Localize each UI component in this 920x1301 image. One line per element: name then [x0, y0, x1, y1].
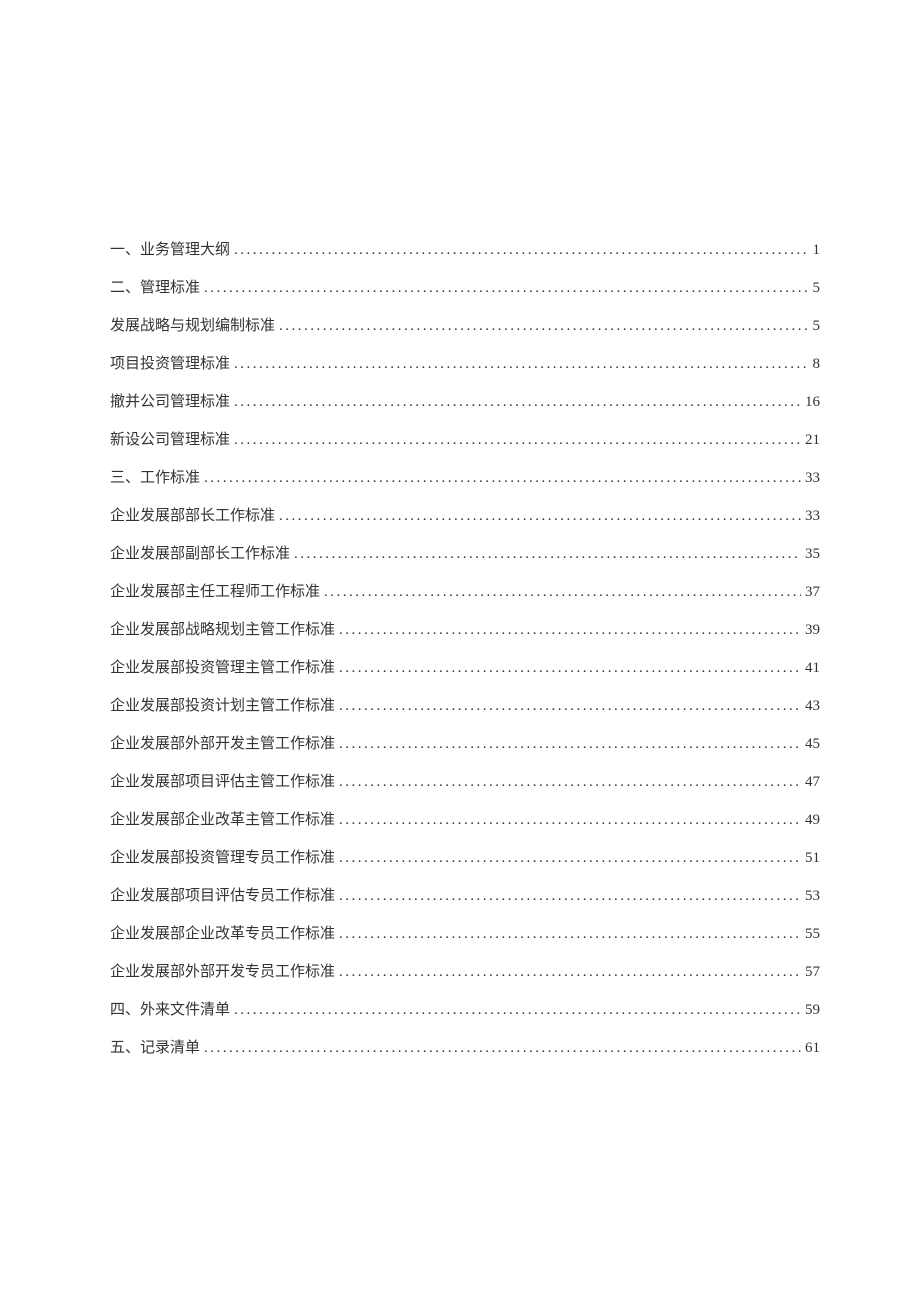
toc-entry-title: 新设公司管理标准	[110, 430, 230, 451]
toc-dots	[204, 468, 801, 489]
toc-entry: 发展战略与规划编制标准 5	[110, 316, 820, 337]
toc-dots	[339, 620, 801, 641]
toc-entry-page: 5	[813, 316, 821, 337]
toc-entry-page: 21	[805, 430, 820, 451]
toc-entry-page: 39	[805, 620, 820, 641]
toc-entry-page: 51	[805, 848, 820, 869]
toc-entry-title: 企业发展部投资管理主管工作标准	[110, 658, 335, 679]
toc-entry: 企业发展部主任工程师工作标准 37	[110, 582, 820, 603]
toc-entry-title: 企业发展部外部开发主管工作标准	[110, 734, 335, 755]
toc-dots	[204, 278, 808, 299]
toc-dots	[234, 392, 801, 413]
toc-entry: 企业发展部外部开发主管工作标准 45	[110, 734, 820, 755]
toc-entry: 三、工作标准 33	[110, 468, 820, 489]
toc-entry-page: 59	[805, 1000, 820, 1021]
toc-entry-title: 二、管理标准	[110, 278, 200, 299]
toc-entry-title: 企业发展部外部开发专员工作标准	[110, 962, 335, 983]
toc-entry: 企业发展部项目评估主管工作标准 47	[110, 772, 820, 793]
toc-dots	[339, 658, 801, 679]
toc-entry-title: 企业发展部战略规划主管工作标准	[110, 620, 335, 641]
toc-entry-title: 一、业务管理大纲	[110, 240, 230, 261]
toc-entry: 项目投资管理标准 8	[110, 354, 820, 375]
toc-entry: 企业发展部战略规划主管工作标准 39	[110, 620, 820, 641]
toc-dots	[339, 924, 801, 945]
toc-entry-title: 四、外来文件清单	[110, 1000, 230, 1021]
toc-dots	[339, 810, 801, 831]
toc-dots	[339, 886, 801, 907]
toc-dots	[339, 962, 801, 983]
toc-entry-page: 49	[805, 810, 820, 831]
toc-entry: 企业发展部投资计划主管工作标准 43	[110, 696, 820, 717]
toc-entry: 企业发展部部长工作标准 33	[110, 506, 820, 527]
toc-entry-title: 企业发展部副部长工作标准	[110, 544, 290, 565]
toc-entry-page: 33	[805, 506, 820, 527]
toc-entry: 企业发展部外部开发专员工作标准 57	[110, 962, 820, 983]
toc-dots	[279, 506, 801, 527]
toc-entry-page: 37	[805, 582, 820, 603]
toc-dots	[339, 734, 801, 755]
toc-entry-page: 35	[805, 544, 820, 565]
toc-entry: 撤并公司管理标准 16	[110, 392, 820, 413]
toc-entry-title: 企业发展部投资管理专员工作标准	[110, 848, 335, 869]
toc-entry-page: 33	[805, 468, 820, 489]
toc-entry: 二、管理标准 5	[110, 278, 820, 299]
toc-entry-title: 企业发展部企业改革专员工作标准	[110, 924, 335, 945]
toc-entry-page: 8	[813, 354, 821, 375]
toc-entry-page: 5	[813, 278, 821, 299]
toc-entry: 企业发展部投资管理主管工作标准 41	[110, 658, 820, 679]
toc-entry: 企业发展部企业改革主管工作标准 49	[110, 810, 820, 831]
toc-entry-page: 45	[805, 734, 820, 755]
toc-entry: 企业发展部企业改革专员工作标准 55	[110, 924, 820, 945]
toc-entry-title: 企业发展部主任工程师工作标准	[110, 582, 320, 603]
table-of-contents: 一、业务管理大纲 1 二、管理标准 5 发展战略与规划编制标准 5 项目投资管理标准 8 撤并公…	[110, 240, 820, 1059]
toc-dots	[279, 316, 808, 337]
toc-entry-page: 43	[805, 696, 820, 717]
toc-entry-title: 企业发展部部长工作标准	[110, 506, 275, 527]
toc-entry: 四、外来文件清单 59	[110, 1000, 820, 1021]
toc-entry-title: 三、工作标准	[110, 468, 200, 489]
toc-dots	[339, 772, 801, 793]
toc-entry-title: 企业发展部项目评估主管工作标准	[110, 772, 335, 793]
toc-dots	[324, 582, 801, 603]
toc-entry: 企业发展部投资管理专员工作标准 51	[110, 848, 820, 869]
toc-dots	[294, 544, 801, 565]
toc-entry-page: 41	[805, 658, 820, 679]
toc-entry-title: 项目投资管理标准	[110, 354, 230, 375]
toc-entry-title: 发展战略与规划编制标准	[110, 316, 275, 337]
toc-entry-title: 企业发展部项目评估专员工作标准	[110, 886, 335, 907]
toc-entry-title: 企业发展部企业改革主管工作标准	[110, 810, 335, 831]
toc-entry-page: 61	[805, 1038, 820, 1059]
toc-entry-page: 47	[805, 772, 820, 793]
toc-entry: 企业发展部项目评估专员工作标准 53	[110, 886, 820, 907]
toc-entry-title: 撤并公司管理标准	[110, 392, 230, 413]
toc-dots	[234, 240, 808, 261]
toc-entry-page: 16	[805, 392, 820, 413]
toc-dots	[204, 1038, 801, 1059]
toc-dots	[339, 848, 801, 869]
toc-entry: 企业发展部副部长工作标准 35	[110, 544, 820, 565]
toc-dots	[234, 354, 808, 375]
toc-entry: 一、业务管理大纲 1	[110, 240, 820, 261]
toc-entry-page: 57	[805, 962, 820, 983]
toc-dots	[339, 696, 801, 717]
toc-entry-title: 企业发展部投资计划主管工作标准	[110, 696, 335, 717]
toc-entry-page: 55	[805, 924, 820, 945]
toc-entry-page: 53	[805, 886, 820, 907]
toc-dots	[234, 430, 801, 451]
toc-entry: 新设公司管理标准 21	[110, 430, 820, 451]
toc-entry-page: 1	[813, 240, 821, 261]
toc-entry: 五、记录清单 61	[110, 1038, 820, 1059]
toc-entry-title: 五、记录清单	[110, 1038, 200, 1059]
toc-dots	[234, 1000, 801, 1021]
